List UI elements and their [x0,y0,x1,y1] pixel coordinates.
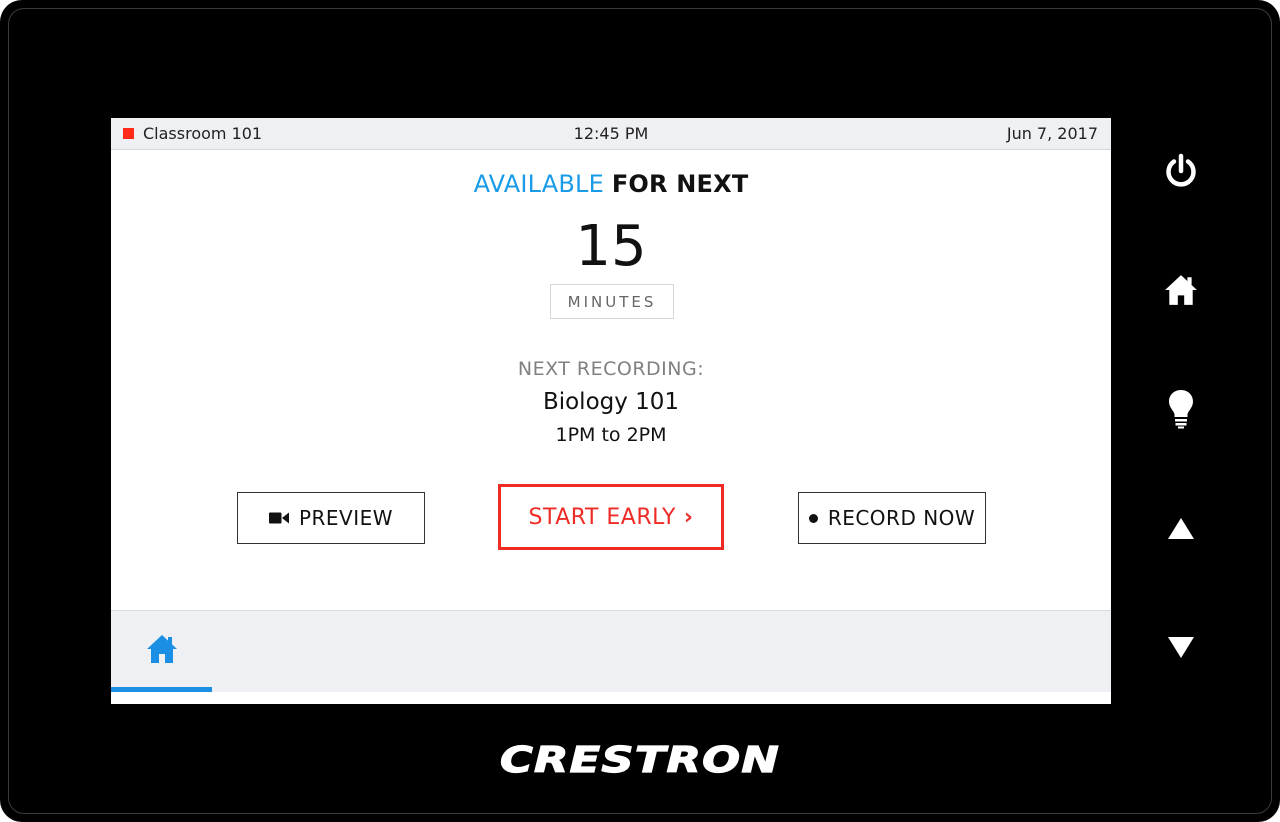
minutes-unit-label: MINUTES [550,284,674,319]
home-icon [1164,274,1198,311]
up-arrow-icon [1167,516,1195,545]
clock-time: 12:45 PM [573,124,649,143]
brand-logo: CRESTRON [0,738,1280,785]
available-minutes-count: 15 [575,214,647,279]
preview-label: PREVIEW [298,506,394,530]
start-early-button[interactable]: START EARLY › [498,484,724,550]
power-icon [1163,153,1199,194]
down-arrow-icon [1167,636,1195,665]
availability-heading: AVAILABLE FOR NEXT [111,170,1111,198]
active-tab-indicator [111,687,212,692]
record-now-button[interactable]: RECORD NOW [798,492,986,544]
video-camera-icon [268,511,289,525]
start-early-label: START EARLY [528,504,676,530]
nav-tab-home[interactable] [111,611,212,691]
record-now-label: RECORD NOW [827,506,976,530]
down-button[interactable] [1150,619,1212,681]
device-bezel: Classroom 101 12:45 PM Jun 7, 2017 AVAIL… [0,0,1280,822]
for-next-label: FOR NEXT [611,170,749,198]
next-recording-course: Biology 101 [542,389,680,415]
next-recording-label: NEXT RECORDING: [517,358,705,380]
brand-logo-text: CRESTRON [500,740,780,780]
bottom-nav-bar [111,610,1111,692]
available-label: AVAILABLE [473,170,604,198]
next-recording-time: 1PM to 2PM [555,424,667,446]
home-icon [146,634,178,669]
power-button[interactable] [1150,142,1212,204]
lightbulb-icon [1168,389,1194,434]
current-date: Jun 7, 2017 [1006,124,1098,143]
status-bar: Classroom 101 12:45 PM Jun 7, 2017 [111,118,1111,150]
touch-screen: Classroom 101 12:45 PM Jun 7, 2017 AVAIL… [111,118,1111,704]
chevron-right-icon: › [683,504,694,530]
up-button[interactable] [1150,499,1212,561]
hardware-home-button[interactable] [1150,261,1212,323]
lighting-button[interactable] [1150,380,1212,442]
preview-button[interactable]: PREVIEW [237,492,425,544]
record-dot-icon [808,513,818,523]
